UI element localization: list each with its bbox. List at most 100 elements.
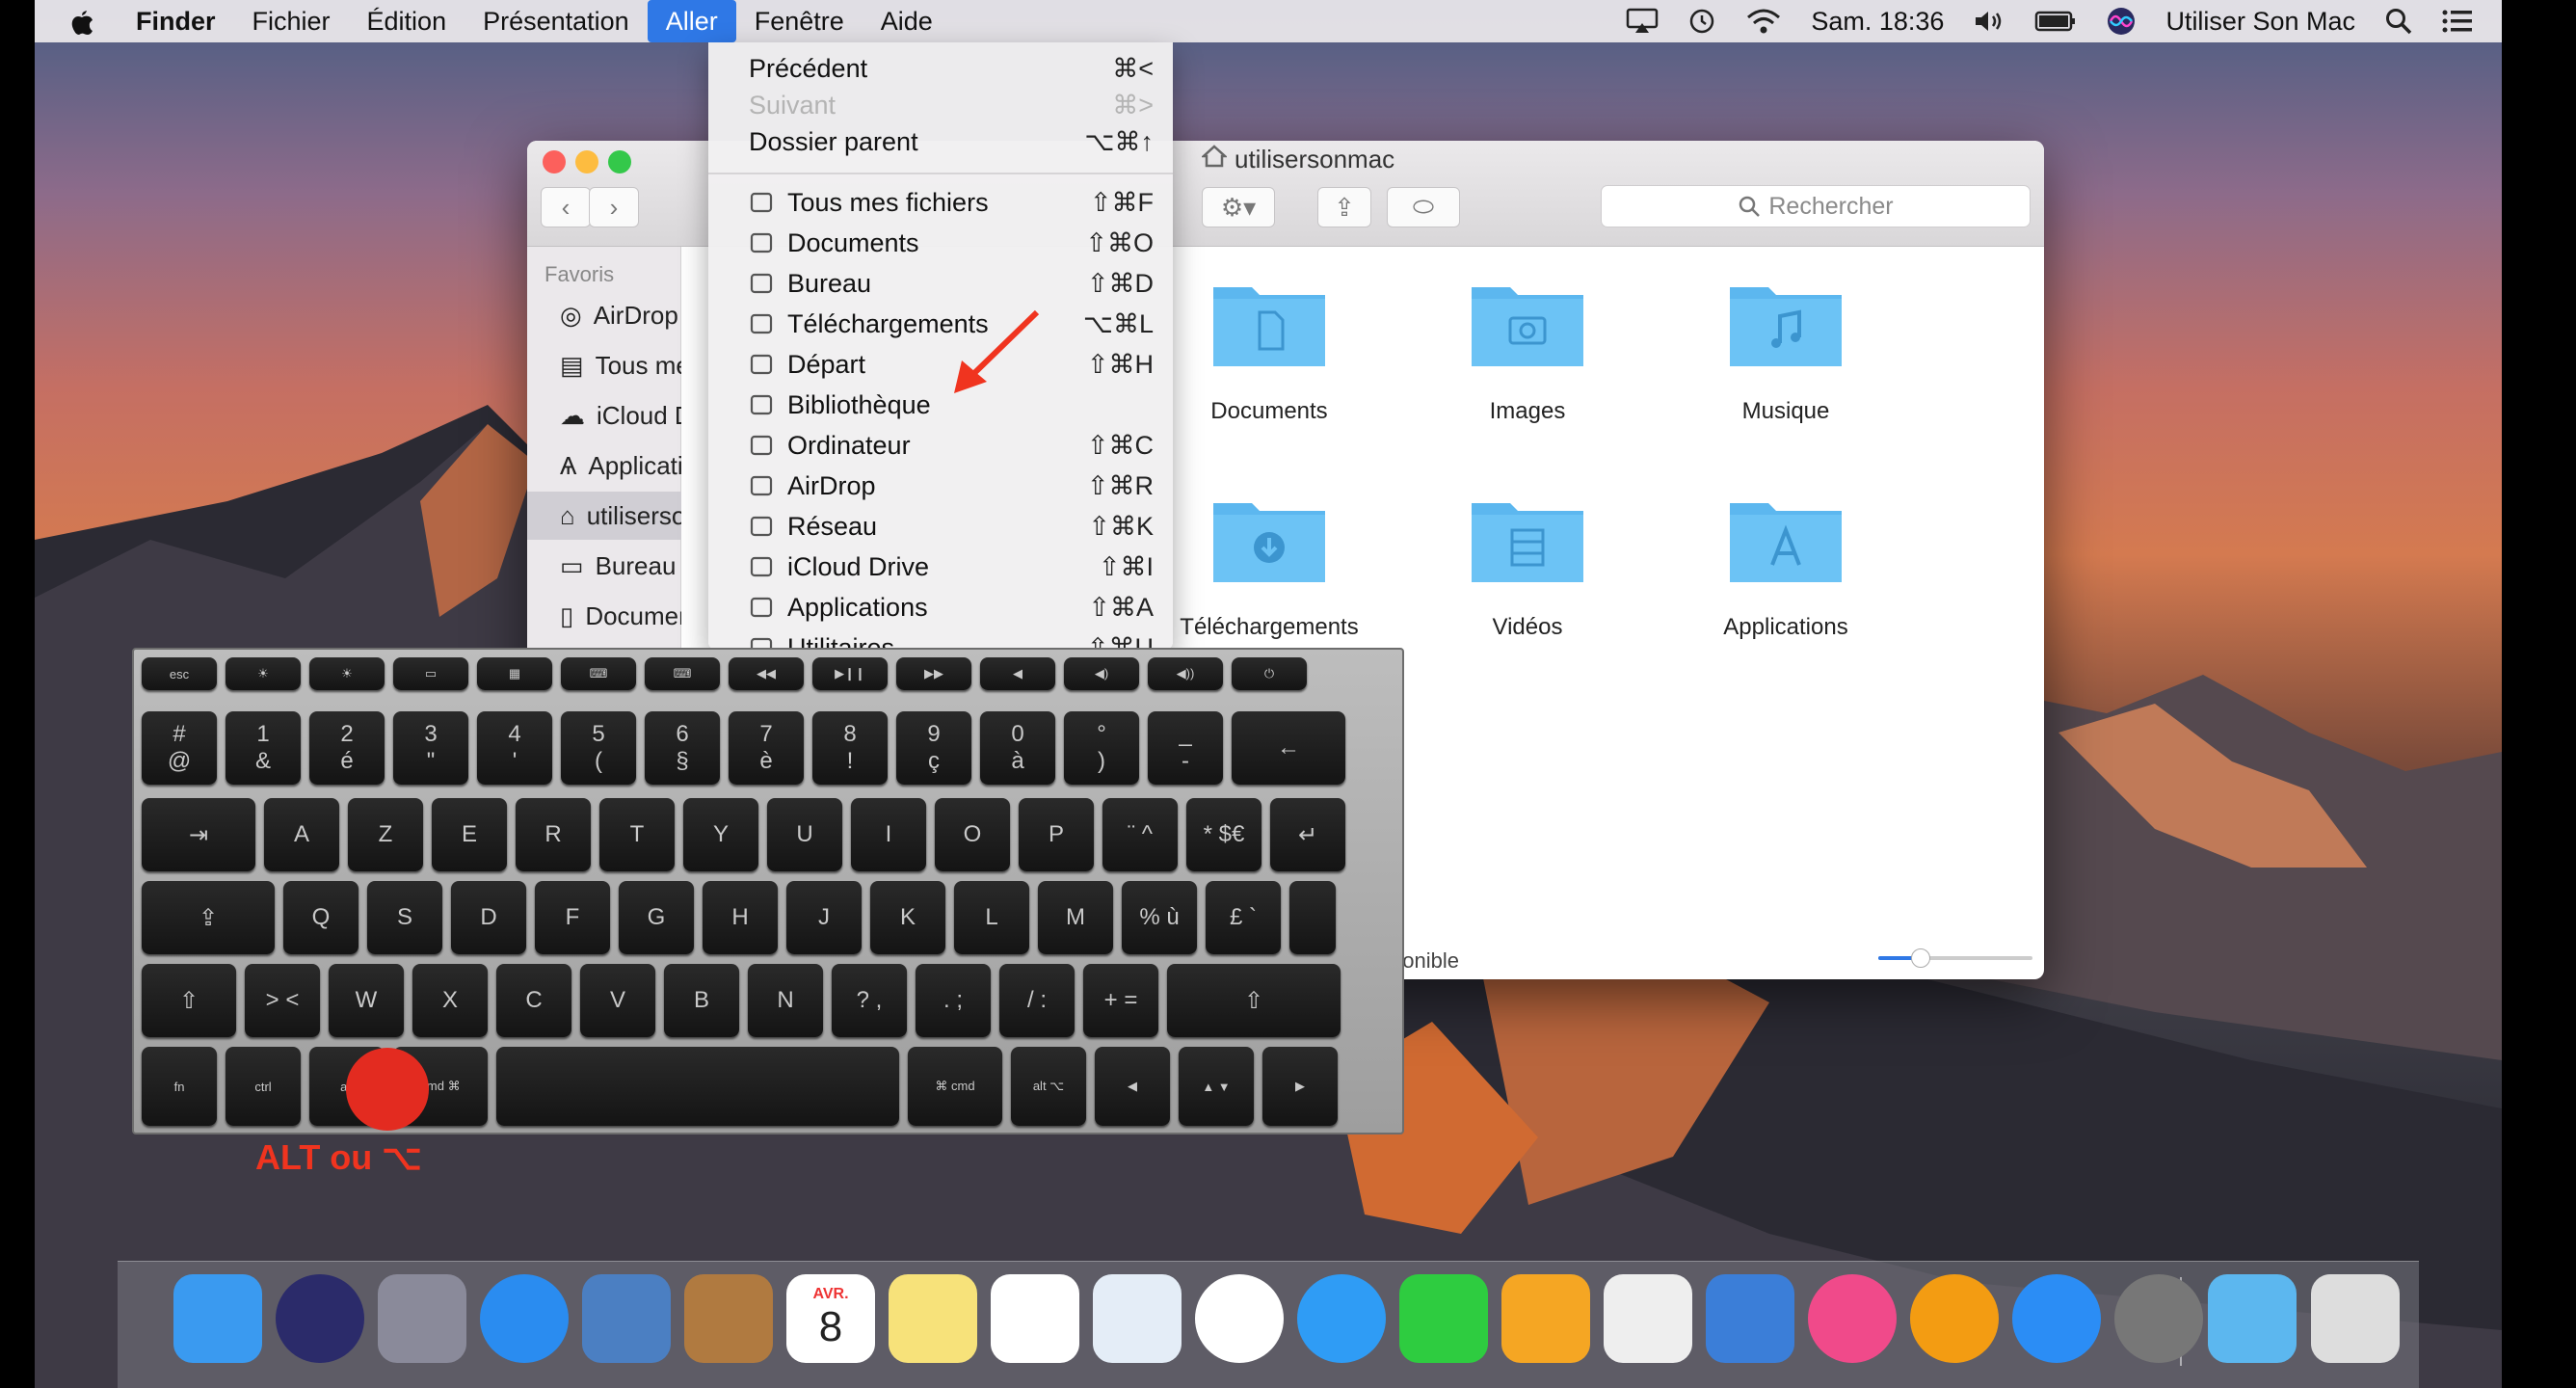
menu-view[interactable]: Présentation <box>465 0 648 42</box>
menu-item-shortcut: ⇧⌘C <box>1086 430 1154 460</box>
user-menu[interactable]: Utiliser Son Mac <box>2165 7 2355 37</box>
search-field[interactable]: Rechercher <box>1601 185 2031 227</box>
keyboard-key: 8! <box>812 711 888 785</box>
tags-button[interactable]: ⬭ <box>1387 187 1460 227</box>
go-menu-item[interactable]: Ordinateur ⇧⌘C <box>708 425 1173 466</box>
back-button[interactable]: ‹ <box>541 187 591 227</box>
forward-button[interactable]: › <box>589 187 639 227</box>
menu-go[interactable]: Aller <box>647 0 736 42</box>
dock-icon-keynote[interactable] <box>1706 1274 1794 1363</box>
folder-music[interactable]: Musique <box>1660 274 1911 425</box>
apple-icon[interactable] <box>35 0 118 42</box>
sidebar-item-all-files[interactable]: ▤ Tous mes fichiers <box>527 341 681 389</box>
menu-item-label: Bureau <box>787 268 872 298</box>
dock-icon-finder[interactable] <box>173 1274 262 1363</box>
dock-icon-pages[interactable] <box>1501 1274 1590 1363</box>
keyboard-key: F <box>535 881 610 954</box>
slider-knob[interactable] <box>1911 948 1930 968</box>
minimize-button[interactable] <box>575 150 598 174</box>
airplay-icon[interactable] <box>1626 8 1659 35</box>
library-icon <box>749 392 774 417</box>
go-menu-item[interactable]: AirDrop ⇧⌘R <box>708 466 1173 506</box>
menu-item-label: Précédent <box>749 53 868 83</box>
menu-window[interactable]: Fenêtre <box>736 0 863 42</box>
dock-icon-notes[interactable] <box>889 1274 977 1363</box>
close-button[interactable] <box>543 150 566 174</box>
dock-icon-siri[interactable] <box>276 1274 364 1363</box>
dock-icon-launchpad[interactable] <box>378 1274 466 1363</box>
annotation-arrow <box>954 309 1040 393</box>
share-button[interactable]: ⇪ <box>1317 187 1371 227</box>
dock-icon-calendrier[interactable]: AVR. 8 <box>786 1274 875 1363</box>
dock-icon-app-store[interactable] <box>2012 1274 2101 1363</box>
menu-edit[interactable]: Édition <box>349 0 465 42</box>
go-menu-item[interactable]: Utilitaires ⇧⌘U <box>708 627 1173 650</box>
dock-icon-contacts[interactable] <box>684 1274 773 1363</box>
folder-applications[interactable]: Applications <box>1660 490 1911 641</box>
computer-icon <box>749 433 774 458</box>
go-menu-item[interactable]: Tous mes fichiers ⇧⌘F <box>708 182 1173 223</box>
sidebar-item-airdrop[interactable]: ◎ AirDrop <box>527 291 681 339</box>
go-menu-item[interactable]: Dossier parent ⌥⌘↑ <box>708 121 1173 162</box>
dock-icon-messages[interactable] <box>1297 1274 1386 1363</box>
dock-icon-safari[interactable] <box>480 1274 569 1363</box>
dock-icon-itunes[interactable] <box>1808 1274 1897 1363</box>
keyboard-key: G <box>619 881 694 954</box>
menu-app-finder[interactable]: Finder <box>118 0 234 42</box>
menu-item-label: Suivant <box>749 90 837 120</box>
folder-label: Applications <box>1723 614 1848 640</box>
keyboard-key: 5( <box>561 711 636 785</box>
dock-icon-pr-f-rences-syst-me[interactable] <box>2114 1274 2203 1363</box>
keyboard-key: ⌘ cmd <box>908 1047 1002 1126</box>
wifi-icon[interactable] <box>1745 8 1782 35</box>
dock-icon-photos[interactable] <box>1195 1274 1284 1363</box>
battery-icon[interactable] <box>2034 10 2077 33</box>
keyboard-key: ⇥ <box>142 798 255 871</box>
desktop-icon <box>749 271 774 296</box>
folder-downloads[interactable]: Téléchargements <box>1144 490 1394 641</box>
dock-icon-ibooks[interactable] <box>1910 1274 1999 1363</box>
folder-images[interactable]: Images <box>1402 274 1653 425</box>
action-menu-button[interactable]: ⚙▾ <box>1202 187 1275 227</box>
go-menu-item[interactable]: Documents ⇧⌘O <box>708 223 1173 263</box>
icon-size-slider[interactable] <box>1878 948 2032 968</box>
dock-icon-numbers[interactable] <box>1604 1274 1692 1363</box>
go-menu-item[interactable]: Bureau ⇧⌘D <box>708 263 1173 304</box>
siri-menu-icon[interactable] <box>2106 6 2137 37</box>
dock-icon-corbeille[interactable] <box>2311 1274 2400 1363</box>
sidebar-item-documents[interactable]: ▯ Documents <box>527 592 681 640</box>
spotlight-icon[interactable] <box>2384 7 2413 36</box>
clock[interactable]: Sam. 18:36 <box>1811 7 1944 37</box>
folder-videos[interactable]: Vidéos <box>1402 490 1653 641</box>
dock-icon-aper-u[interactable] <box>1093 1274 1182 1363</box>
keyboard-key: 6 § <box>645 711 720 785</box>
sidebar-item-label: AirDrop <box>593 300 678 330</box>
home-icon <box>1200 145 1229 174</box>
folder-documents[interactable]: Documents <box>1144 274 1394 425</box>
sidebar-item-home[interactable]: ⌂ utilisersonmac <box>527 492 681 540</box>
sidebar-item-applications[interactable]: Ѧ Applications <box>527 441 681 490</box>
zoom-button[interactable] <box>608 150 631 174</box>
time-machine-icon[interactable] <box>1687 7 1716 36</box>
dock-icon-rappels[interactable] <box>991 1274 1079 1363</box>
notification-center-icon[interactable] <box>2442 9 2473 34</box>
key-legend: ( <box>595 748 602 774</box>
sidebar-item-icloud[interactable]: ☁ iCloud Drive <box>527 391 681 440</box>
menu-item-shortcut: ⇧⌘O <box>1085 227 1154 257</box>
go-menu-item[interactable]: Applications ⇧⌘A <box>708 587 1173 627</box>
sidebar-item-label: Applications <box>588 450 681 480</box>
go-menu-item[interactable]: Précédent ⌘< <box>708 48 1173 89</box>
menu-help[interactable]: Aide <box>863 0 951 42</box>
dock-icon-t-l-chargements[interactable] <box>2208 1274 2297 1363</box>
dock-icon-mail[interactable] <box>582 1274 671 1363</box>
home-icon: ⌂ <box>560 500 575 530</box>
sidebar-item-desktop[interactable]: ▭ Bureau <box>527 542 681 590</box>
keyboard-key: 2é <box>309 711 385 785</box>
keyboard-key: ◀) <box>1064 657 1139 690</box>
go-menu-item[interactable]: iCloud Drive ⇧⌘I <box>708 547 1173 587</box>
volume-icon[interactable] <box>1973 8 2005 35</box>
go-menu-item[interactable]: Suivant ⌘> <box>708 85 1173 125</box>
menu-file[interactable]: Fichier <box>234 0 349 42</box>
go-menu-item[interactable]: Réseau ⇧⌘K <box>708 506 1173 547</box>
dock-icon-facetime[interactable] <box>1399 1274 1488 1363</box>
